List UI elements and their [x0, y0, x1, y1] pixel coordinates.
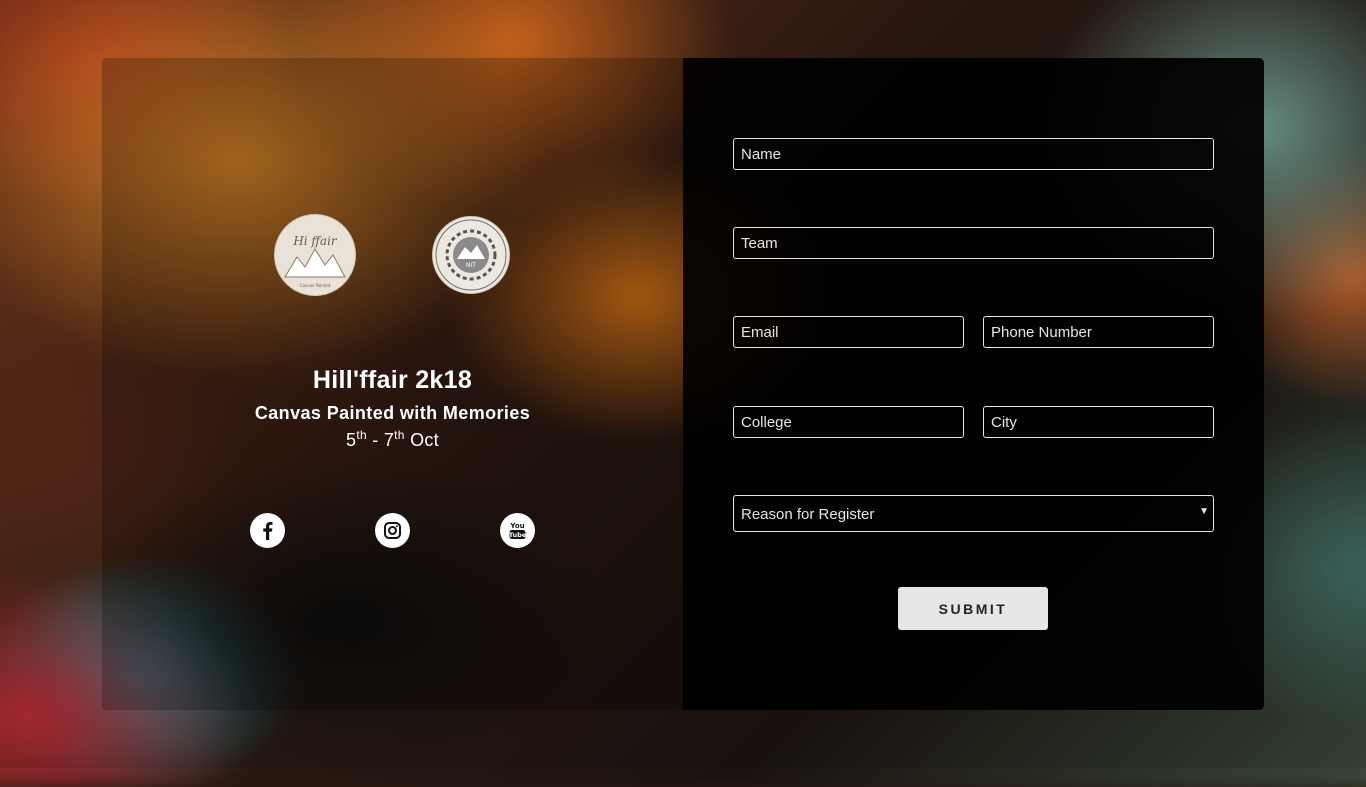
instagram-icon: [384, 522, 401, 539]
team-input[interactable]: [733, 227, 1214, 259]
instagram-link[interactable]: [375, 513, 410, 548]
facebook-icon: [263, 522, 273, 540]
nit-hamirpur-logo: NIT: [432, 216, 510, 294]
facebook-link[interactable]: [250, 513, 285, 548]
svg-text:Tube: Tube: [509, 531, 527, 539]
event-tagline: Canvas Painted with Memories: [254, 403, 531, 423]
city-input[interactable]: [983, 406, 1214, 438]
svg-text:You: You: [509, 522, 524, 530]
youtube-icon: You Tube: [509, 522, 527, 539]
registration-form: Reason for Register ▼ SUBMIT: [683, 58, 1264, 710]
chevron-down-icon: ▼: [1199, 506, 1209, 517]
svg-text:Hi ffair: Hi ffair: [292, 234, 338, 248]
logos-row: Hi ffair Canvas Painted NIT: [102, 214, 683, 296]
submit-button[interactable]: SUBMIT: [898, 587, 1048, 630]
phone-input[interactable]: [983, 316, 1214, 348]
name-input[interactable]: [733, 138, 1214, 170]
youtube-link[interactable]: You Tube: [500, 513, 535, 548]
svg-text:Canvas Painted: Canvas Painted: [300, 283, 331, 288]
hillffair-logo: Hi ffair Canvas Painted: [274, 214, 356, 296]
event-info-panel: Hi ffair Canvas Painted NIT Hill'ffair 2…: [102, 58, 683, 710]
event-dates: 5th - 7th Oct: [346, 428, 439, 450]
reason-select[interactable]: Reason for Register ▼: [733, 495, 1214, 532]
event-title: Hill'ffair 2k18: [312, 366, 473, 394]
registration-card: Hi ffair Canvas Painted NIT Hill'ffair 2…: [102, 58, 1264, 710]
svg-text:NIT: NIT: [466, 262, 476, 269]
reason-select-label: Reason for Register: [741, 506, 875, 523]
college-input[interactable]: [733, 406, 964, 438]
email-input[interactable]: [733, 316, 964, 348]
